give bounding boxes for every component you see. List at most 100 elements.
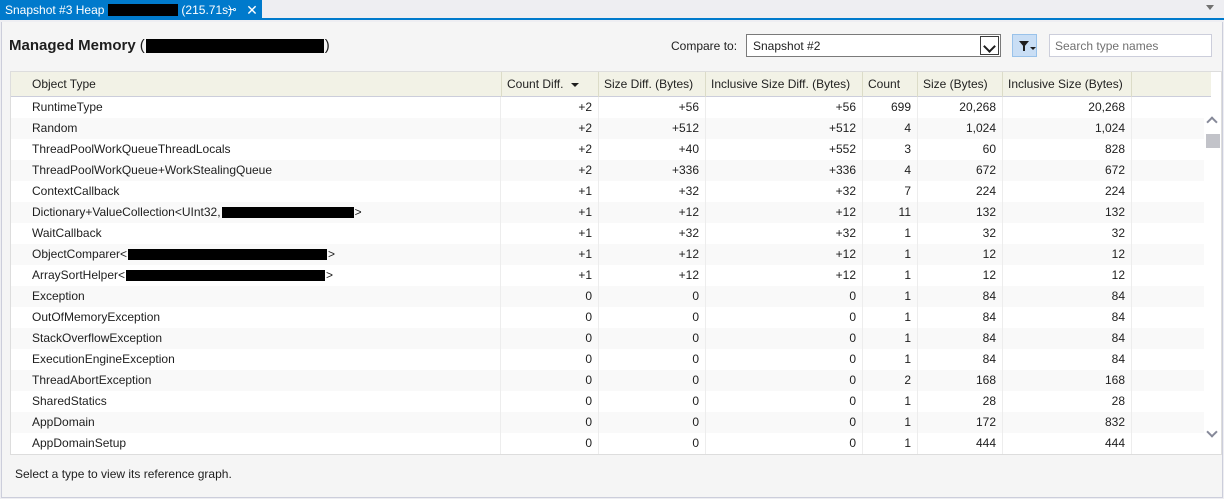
cell-count-diff: +2 bbox=[502, 118, 599, 139]
column-header-count[interactable]: Count bbox=[863, 72, 918, 97]
redacted-block bbox=[128, 249, 328, 261]
cell-incl-size: 20,268 bbox=[1003, 97, 1132, 118]
table-row[interactable]: Random +2 +512 +512 4 1,024 1,024 bbox=[11, 118, 1205, 139]
compare-to-label: Compare to: bbox=[671, 39, 738, 53]
object-type-name: OutOfMemoryException bbox=[32, 310, 161, 324]
filter-icon-stem bbox=[1023, 46, 1025, 51]
cell-size: 84 bbox=[918, 328, 1003, 349]
object-type-name: StackOverflowException bbox=[32, 331, 163, 345]
object-type-name-end: > bbox=[354, 205, 362, 219]
cell-incl-size-diff: 0 bbox=[706, 349, 863, 370]
column-header-object-type[interactable]: Object Type bbox=[11, 72, 502, 97]
cell-size-diff: 0 bbox=[599, 349, 706, 370]
cell-incl-size-diff: +336 bbox=[706, 160, 863, 181]
cell-size-diff: 0 bbox=[599, 391, 706, 412]
cell-incl-size: 132 bbox=[1003, 202, 1132, 223]
cell-object-type: ContextCallback bbox=[11, 181, 501, 202]
table-row[interactable]: StackOverflowException 0 0 0 1 84 84 bbox=[11, 328, 1205, 349]
cell-incl-size: 12 bbox=[1003, 265, 1132, 286]
cell-object-type: ObjectComparer< > bbox=[11, 244, 501, 265]
cell-count: 4 bbox=[863, 160, 918, 181]
cell-size: 32 bbox=[918, 223, 1003, 244]
filter-button[interactable] bbox=[1012, 34, 1037, 57]
object-type-name-end: > bbox=[328, 247, 336, 261]
cell-size: 672 bbox=[918, 160, 1003, 181]
column-header-count-diff[interactable]: Count Diff. bbox=[502, 72, 599, 97]
cell-incl-size-diff: 0 bbox=[706, 328, 863, 349]
object-type-name: AppDomain bbox=[32, 415, 95, 429]
pin-icon[interactable]: ⊸ bbox=[226, 3, 238, 17]
table-row[interactable]: ExecutionEngineException 0 0 0 1 84 84 bbox=[11, 349, 1205, 370]
scrollbar-thumb[interactable] bbox=[1206, 134, 1220, 148]
object-type-name: ThreadPoolWorkQueueThreadLocals bbox=[32, 142, 231, 156]
column-header-size-diff[interactable]: Size Diff. (Bytes) bbox=[599, 72, 706, 97]
table-row[interactable]: AppDomainSetup 0 0 0 1 444 444 bbox=[11, 433, 1205, 454]
cell-count: 11 bbox=[863, 202, 918, 223]
cell-incl-size-diff: 0 bbox=[706, 433, 863, 454]
table-row[interactable]: RuntimeType +2 +56 +56 699 20,268 20,268 bbox=[11, 97, 1205, 118]
title-open-paren: ( bbox=[139, 37, 145, 54]
cell-count-diff: +2 bbox=[502, 97, 599, 118]
table-row[interactable]: ThreadPoolWorkQueueThreadLocals +2 +40 +552… bbox=[11, 139, 1205, 160]
table-row[interactable]: ArraySortHelper< > +1 +12 +12 1 12 12 bbox=[11, 265, 1205, 286]
cell-count-diff: 0 bbox=[502, 349, 599, 370]
tab-snapshot-heap[interactable]: Snapshot #3 Heap (215.71s) ⊸ ✕ bbox=[0, 0, 262, 20]
table-row[interactable]: ThreadPoolWorkQueue+WorkStealingQueue +2 +… bbox=[11, 160, 1205, 181]
object-type-name-end: > bbox=[326, 268, 334, 282]
grid-header: Object Type Count Diff. Size Diff. (Byte… bbox=[11, 72, 1211, 97]
cell-count: 1 bbox=[863, 307, 918, 328]
cell-object-type: OutOfMemoryException bbox=[11, 307, 501, 328]
cell-object-type: ThreadPoolWorkQueueThreadLocals bbox=[11, 139, 501, 160]
chevron-down-icon[interactable] bbox=[980, 36, 999, 55]
table-row[interactable]: ThreadAbortException 0 0 0 2 168 168 bbox=[11, 370, 1205, 391]
table-row[interactable]: ObjectComparer< > +1 +12 +12 1 12 12 bbox=[11, 244, 1205, 265]
cell-size-diff: +56 bbox=[599, 97, 706, 118]
table-row[interactable]: Exception 0 0 0 1 84 84 bbox=[11, 286, 1205, 307]
column-header-size[interactable]: Size (Bytes) bbox=[918, 72, 1003, 97]
cell-size: 20,268 bbox=[918, 97, 1003, 118]
table-row[interactable]: OutOfMemoryException 0 0 0 1 84 84 bbox=[11, 307, 1205, 328]
cell-count-diff: 0 bbox=[502, 433, 599, 454]
cell-count: 7 bbox=[863, 181, 918, 202]
table-row[interactable]: SharedStatics 0 0 0 1 28 28 bbox=[11, 391, 1205, 412]
table-row[interactable]: AppDomain 0 0 0 1 172 832 bbox=[11, 412, 1205, 433]
cell-count-diff: 0 bbox=[502, 328, 599, 349]
cell-count-diff: 0 bbox=[502, 307, 599, 328]
cell-incl-size: 1,024 bbox=[1003, 118, 1132, 139]
tab-title-time: (215.71s) bbox=[181, 3, 233, 17]
search-type-names-input[interactable] bbox=[1049, 34, 1212, 57]
tab-overflow-chevron-icon[interactable] bbox=[1206, 5, 1214, 10]
cell-incl-size: 84 bbox=[1003, 307, 1132, 328]
cell-size: 168 bbox=[918, 370, 1003, 391]
redacted-block bbox=[145, 38, 324, 53]
cell-count-diff: 0 bbox=[502, 370, 599, 391]
cell-object-type: RuntimeType bbox=[11, 97, 501, 118]
cell-size-diff: +32 bbox=[599, 223, 706, 244]
column-header-inclusive-size[interactable]: Inclusive Size (Bytes) bbox=[1003, 72, 1132, 97]
table-row[interactable]: Dictionary+ValueCollection<UInt32, > +1 +12… bbox=[11, 202, 1205, 223]
cell-incl-size-diff: 0 bbox=[706, 370, 863, 391]
cell-incl-size-diff: +32 bbox=[706, 181, 863, 202]
cell-incl-size-diff: +12 bbox=[706, 202, 863, 223]
object-type-name: ArraySortHelper< bbox=[32, 268, 126, 282]
scroll-down-icon[interactable] bbox=[1206, 426, 1218, 438]
table-row[interactable]: ContextCallback +1 +32 +32 7 224 224 bbox=[11, 181, 1205, 202]
compare-to-dropdown[interactable]: Snapshot #2 bbox=[746, 34, 1001, 57]
table-row[interactable]: WaitCallback +1 +32 +32 1 32 32 bbox=[11, 223, 1205, 244]
cell-size: 444 bbox=[918, 433, 1003, 454]
cell-count: 1 bbox=[863, 244, 918, 265]
column-header-inclusive-size-diff[interactable]: Inclusive Size Diff. (Bytes) bbox=[706, 72, 863, 97]
cell-count-diff: +1 bbox=[502, 223, 599, 244]
cell-object-type: StackOverflowException bbox=[11, 328, 501, 349]
cell-size: 84 bbox=[918, 307, 1003, 328]
vertical-scrollbar[interactable] bbox=[1204, 97, 1221, 454]
close-icon[interactable]: ✕ bbox=[245, 2, 259, 18]
scroll-up-icon[interactable] bbox=[1206, 116, 1218, 128]
cell-object-type: AppDomain bbox=[11, 412, 501, 433]
object-type-name: AppDomainSetup bbox=[32, 436, 127, 450]
cell-size: 12 bbox=[918, 244, 1003, 265]
cell-count-diff: +1 bbox=[502, 265, 599, 286]
sort-descending-icon bbox=[571, 83, 579, 87]
object-type-name: ThreadPoolWorkQueue+WorkStealingQueue bbox=[32, 163, 273, 177]
cell-object-type: SharedStatics bbox=[11, 391, 501, 412]
